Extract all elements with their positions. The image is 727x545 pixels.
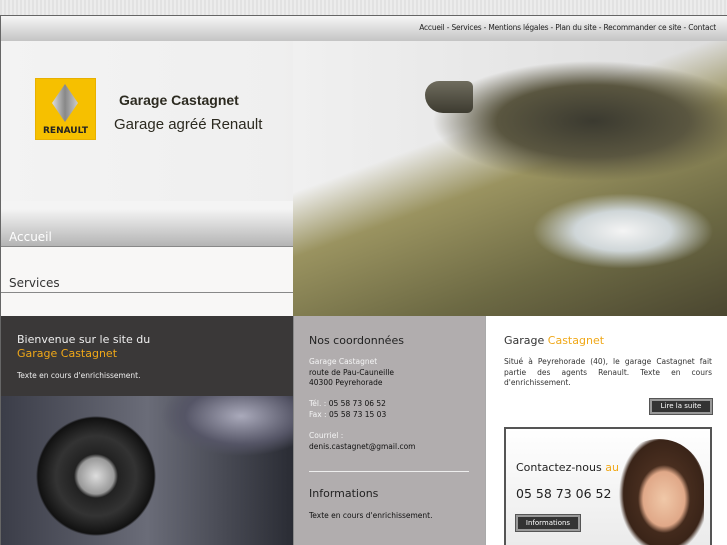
tire-photo <box>1 396 293 545</box>
banner: RENAULT Garage Castagnet Garage agréé Re… <box>1 41 727 339</box>
garage-title-b: Castagnet <box>547 334 605 347</box>
garage-panel: Garage Castagnet Situé à Peyrehorade (40… <box>485 316 727 545</box>
email-label: Courriel : <box>309 431 344 441</box>
informations-button[interactable]: Informations <box>515 514 581 532</box>
divider <box>309 471 469 472</box>
welcome-panel: Bienvenue sur le site du Garage Castagnet… <box>1 316 293 396</box>
contact-phone: 05 58 73 06 52 <box>516 486 612 501</box>
top-nav-mentions[interactable]: Mentions légales <box>488 23 548 32</box>
site-subtitle: Garage agréé Renault <box>114 116 263 133</box>
tel-label: Tél. : <box>309 399 327 409</box>
coordinates-title: Nos coordonnées <box>309 334 404 347</box>
header-bar: Accueil - Services - Mentions légales - … <box>1 16 727 41</box>
operator-photo <box>614 439 704 545</box>
address-name: Garage Castagnet <box>309 357 378 366</box>
page: Accueil - Services - Mentions légales - … <box>0 15 727 545</box>
top-nav-recommander[interactable]: Recommander ce site <box>603 23 681 32</box>
email-link[interactable]: denis.castagnet@gmail.com <box>309 442 415 451</box>
contact-box: Contactez-nous au 05 58 73 06 52 Informa… <box>504 427 712 545</box>
tel-value: 05 58 73 06 52 <box>328 399 386 409</box>
garage-title-a: Garage <box>504 334 545 347</box>
address: Garage Castagnet route de Pau-Cauneille … <box>309 357 415 452</box>
fax-value: 05 58 73 15 03 <box>328 409 387 419</box>
garage-title: Garage Castagnet <box>504 334 604 347</box>
info-title: Informations <box>309 487 379 500</box>
coordinates-panel: Nos coordonnées Garage Castagnet route d… <box>293 316 485 545</box>
address-street: route de Pau-Cauneille <box>309 367 395 377</box>
welcome-text: Texte en cours d'enrichissement. <box>17 371 141 380</box>
info-text: Texte en cours d'enrichissement. <box>309 511 433 520</box>
top-nav-accueil[interactable]: Accueil <box>419 23 445 32</box>
top-nav-services[interactable]: Services <box>451 23 481 32</box>
site-title: Garage Castagnet <box>119 92 239 108</box>
contact-label-a: Contactez-nous <box>516 461 602 474</box>
top-nav-contact[interactable]: Contact <box>688 23 716 32</box>
welcome-line2: Garage Castagnet <box>17 347 118 360</box>
menu-item-accueil[interactable]: Accueil <box>1 201 293 247</box>
welcome-heading: Bienvenue sur le site du Garage Castagnet <box>17 333 150 361</box>
address-city: 40300 Peyrehorade <box>309 378 383 388</box>
menu-item-services[interactable]: Services <box>1 247 293 293</box>
car-mirror <box>425 81 473 113</box>
welcome-line1: Bienvenue sur le site du <box>17 333 151 346</box>
top-nav-plan[interactable]: Plan du site <box>555 23 597 32</box>
renault-logo[interactable]: RENAULT <box>35 78 96 140</box>
car-image <box>293 41 727 316</box>
fax-label: Fax : <box>309 409 327 419</box>
top-strip <box>0 0 727 15</box>
logo-text: RENAULT <box>43 126 88 136</box>
top-nav: Accueil - Services - Mentions légales - … <box>419 23 716 32</box>
garage-text: Situé à Peyrehorade (40), le garage Cast… <box>504 357 712 388</box>
read-more-button[interactable]: Lire la suite <box>649 398 713 415</box>
contact-label-b: au <box>605 461 619 474</box>
contact-label: Contactez-nous au <box>516 461 619 474</box>
renault-diamond-icon <box>52 84 78 122</box>
